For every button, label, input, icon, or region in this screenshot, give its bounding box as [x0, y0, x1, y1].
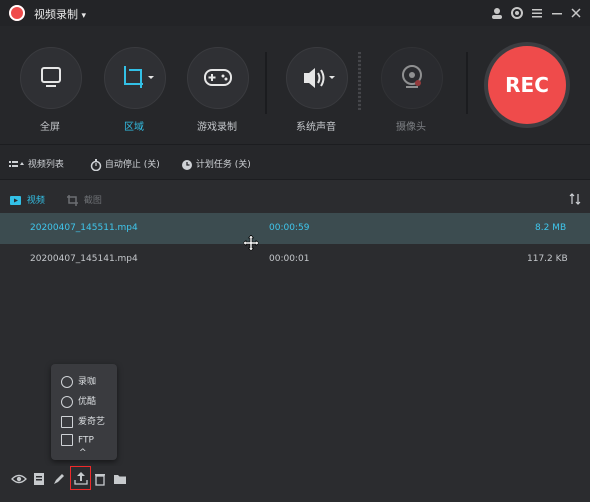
minimize-icon[interactable]	[550, 6, 564, 20]
table-row[interactable]: 20200407_145511.mp4 00:00:59 8.2 MB	[0, 213, 590, 244]
file-size: 117.2 KB	[527, 254, 568, 264]
file-duration: 00:00:59	[269, 223, 310, 233]
game-record-label: 游戏录制	[197, 122, 237, 133]
luka-icon	[61, 375, 73, 388]
upload-button[interactable]	[70, 466, 91, 490]
list-icon	[9, 160, 24, 167]
upload-option-ftp[interactable]: FTP	[61, 434, 94, 446]
file-duration: 00:00:01	[269, 254, 310, 264]
upload-option-label: 爱奇艺	[78, 417, 106, 427]
upload-option-youku[interactable]: 优酷	[61, 394, 96, 408]
auto-stop-label: 自动停止 (关)	[104, 160, 160, 170]
user-icon[interactable]	[490, 6, 504, 20]
crop-icon	[124, 66, 154, 88]
sort-icon[interactable]	[569, 190, 581, 209]
tab-video[interactable]: 视频	[10, 193, 45, 206]
upload-icon	[73, 472, 88, 485]
fullscreen-button[interactable]	[20, 47, 82, 109]
system-sound-button[interactable]	[286, 47, 348, 109]
file-name: 20200407_145511.mp4	[30, 223, 138, 233]
auto-stop-button[interactable]: 自动停止 (关)	[90, 157, 160, 171]
region-button[interactable]	[104, 47, 166, 109]
tab-screenshot[interactable]: 截图	[67, 193, 102, 206]
schedule-label: 计划任务 (关)	[195, 160, 251, 170]
ftp-icon	[61, 434, 73, 446]
toolbar-divider	[265, 52, 267, 114]
trash-icon[interactable]	[92, 471, 108, 487]
rec-button[interactable]: REC	[488, 46, 566, 124]
app-logo-icon	[9, 5, 25, 21]
video-list-toggle[interactable]: 视频列表	[9, 157, 64, 170]
video-list-label: 视频列表	[27, 160, 64, 170]
upload-option-iqiyi[interactable]: 爱奇艺	[61, 414, 105, 428]
collapse-icon[interactable]: ^	[79, 448, 87, 458]
upload-option-label: 录咖	[78, 377, 97, 387]
eye-icon[interactable]	[11, 471, 27, 487]
upload-option-luka[interactable]: 录咖	[61, 374, 96, 388]
chevron-down-icon: ▾	[81, 11, 87, 21]
app-title[interactable]: 视频录制 ▾	[34, 6, 86, 22]
game-record-button[interactable]	[187, 47, 249, 109]
youku-icon	[61, 395, 73, 408]
speaker-icon	[304, 68, 335, 88]
schedule-button[interactable]: 计划任务 (关)	[181, 157, 251, 171]
status-bar	[0, 145, 590, 180]
video-tab-icon	[10, 196, 21, 205]
stopwatch-icon	[90, 158, 102, 171]
tab-screenshot-label: 截图	[83, 196, 102, 206]
system-sound-label: 系统声音	[296, 122, 336, 133]
folder-icon[interactable]	[112, 471, 128, 487]
webcam-icon	[402, 65, 422, 88]
iqiyi-icon	[61, 415, 73, 428]
monitor-icon	[41, 67, 61, 87]
fullscreen-label: 全屏	[40, 122, 60, 133]
file-name: 20200407_145141.mp4	[30, 254, 138, 264]
volume-meter	[358, 52, 361, 110]
region-label: 区域	[124, 122, 144, 133]
camera-button[interactable]	[381, 47, 443, 109]
tab-video-label: 视频	[26, 196, 45, 206]
gamepad-icon	[204, 69, 232, 86]
upload-menu: 录咖 优酷 爱奇艺 FTP ^	[51, 364, 117, 460]
menu-icon[interactable]	[530, 6, 544, 20]
table-row[interactable]: 20200407_145141.mp4 00:00:01 117.2 KB	[0, 244, 590, 275]
upload-option-label: FTP	[78, 435, 94, 446]
app-title-text: 视频录制	[34, 8, 78, 21]
file-size: 8.2 MB	[535, 223, 567, 233]
edit-icon[interactable]	[51, 471, 67, 487]
toolbar-divider	[466, 52, 468, 114]
camera-label: 摄像头	[396, 122, 426, 133]
crop-tab-icon	[67, 195, 78, 206]
clock-icon	[182, 159, 192, 170]
close-icon[interactable]	[569, 6, 583, 20]
upload-option-label: 优酷	[78, 397, 97, 407]
file-info-icon[interactable]	[31, 471, 47, 487]
gear-icon[interactable]	[510, 6, 524, 20]
